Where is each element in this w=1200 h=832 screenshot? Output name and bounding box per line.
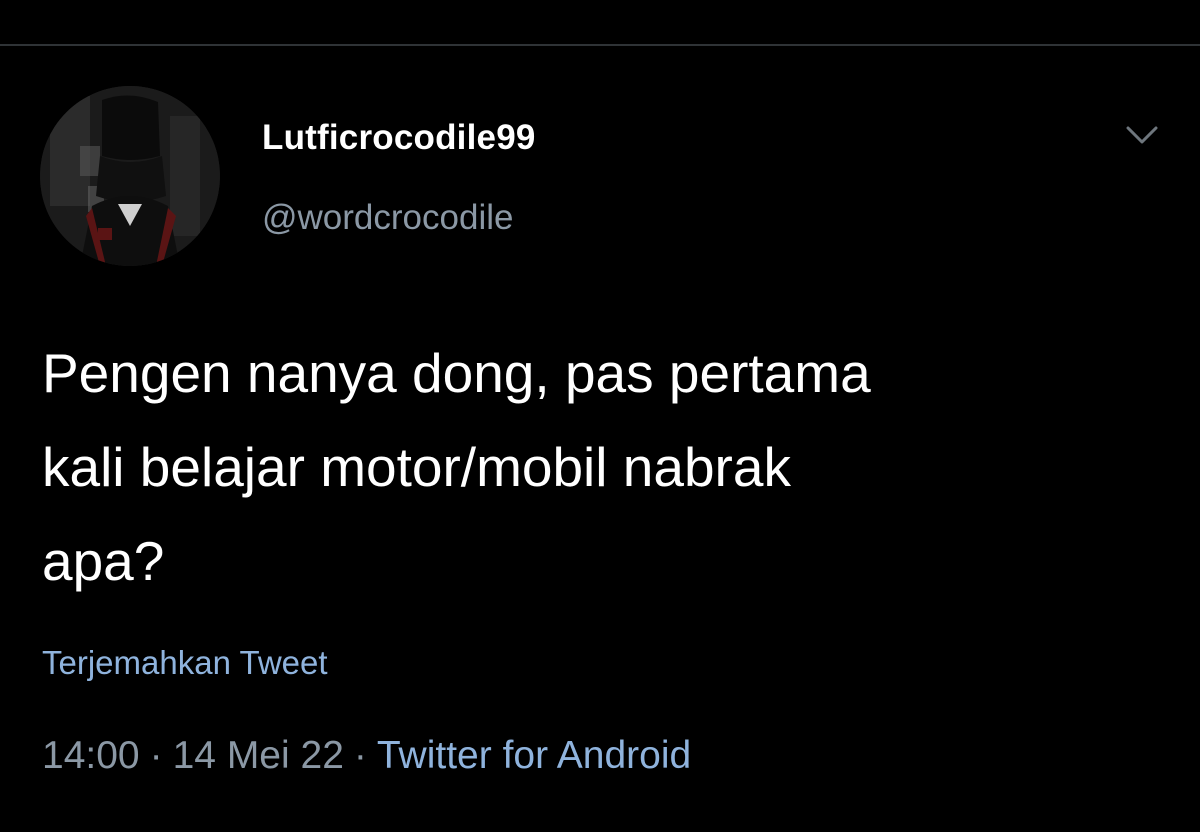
- translate-tweet-link[interactable]: Terjemahkan Tweet: [42, 644, 328, 682]
- meta-separator: ·: [353, 734, 367, 777]
- author-handle[interactable]: @wordcrocodile: [262, 198, 513, 238]
- tweet-meta: 14:00 · 14 Mei 22 · Twitter for Android: [42, 734, 691, 778]
- tweet-time[interactable]: 14:00: [42, 734, 140, 777]
- tweet-text-line: apa?: [42, 530, 165, 592]
- tweet-text-line: kali belajar motor/mobil nabrak: [42, 436, 791, 498]
- tweet-text: Pengen nanya dong, pas pertama kali bela…: [42, 326, 1162, 608]
- author-display-name[interactable]: Lutficrocodile99: [262, 118, 536, 158]
- chevron-down-icon[interactable]: [1118, 118, 1166, 154]
- tweet-date[interactable]: 14 Mei 22: [173, 734, 344, 777]
- tweet-source-link[interactable]: Twitter for Android: [377, 734, 691, 777]
- meta-separator: ·: [149, 734, 163, 777]
- avatar[interactable]: [40, 86, 220, 266]
- tweet-text-line: Pengen nanya dong, pas pertama: [42, 342, 871, 404]
- top-divider: [0, 44, 1200, 46]
- avatar-image: [40, 86, 220, 266]
